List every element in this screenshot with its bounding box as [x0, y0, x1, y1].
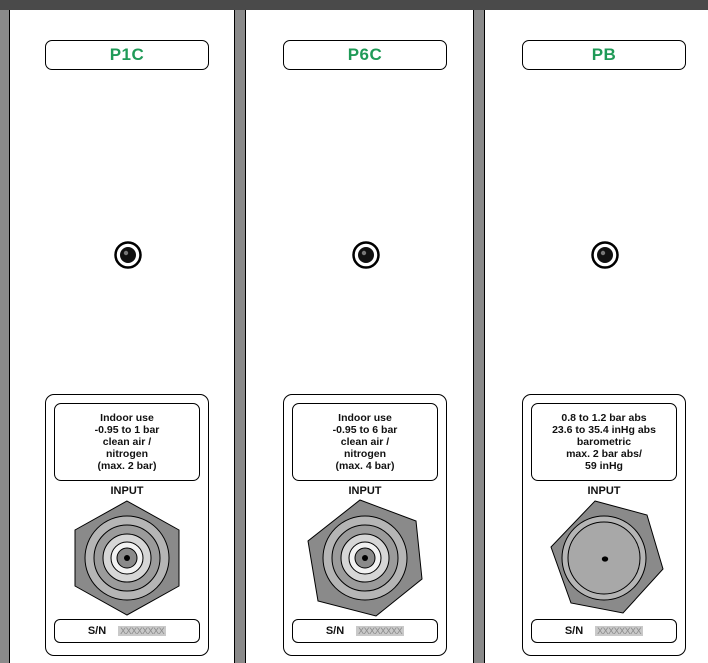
spec-line: max. 2 bar abs/: [566, 448, 642, 460]
spec-label: Indoor use -0.95 to 6 bar clean air / ni…: [292, 403, 438, 481]
spec-line: Indoor use: [100, 412, 154, 424]
sn-value: XXXXXXXX: [118, 626, 167, 636]
rack-rail-2: [474, 10, 484, 663]
serial-number: S/N XXXXXXXX: [531, 619, 677, 643]
pressure-fitting-icon[interactable]: [66, 499, 188, 617]
spec-line: 59 inHg: [585, 460, 623, 472]
spec-line: clean air /: [102, 436, 152, 448]
module-p6c[interactable]: P6C Indoor use -0.95 to 6 bar clean air …: [245, 10, 474, 663]
spec-label: Indoor use -0.95 to 1 bar clean air / ni…: [54, 403, 200, 481]
spec-line: barometric: [576, 436, 632, 448]
spec-label: 0.8 to 1.2 bar abs 23.6 to 35.4 inHg abs…: [531, 403, 677, 481]
spec-line: clean air /: [340, 436, 390, 448]
sn-value: XXXXXXXX: [595, 626, 644, 636]
knob-icon[interactable]: [590, 240, 620, 270]
input-label: INPUT: [110, 485, 144, 497]
module-title: P1C: [45, 40, 209, 70]
spec-line: Indoor use: [338, 412, 392, 424]
pressure-fitting-icon[interactable]: [304, 499, 426, 617]
knob-icon[interactable]: [351, 240, 381, 270]
spec-line: 23.6 to 35.4 inHg abs: [552, 424, 656, 436]
rack-rail-1: [235, 10, 245, 663]
input-panel: Indoor use -0.95 to 6 bar clean air / ni…: [283, 394, 447, 656]
spec-line: -0.95 to 1 bar: [94, 424, 160, 436]
serial-number: S/N XXXXXXXX: [292, 619, 438, 643]
input-label: INPUT: [587, 485, 621, 497]
module-p1c[interactable]: P1C Indoor use -0.95 to 1 bar clean air …: [9, 10, 235, 663]
spec-line: nitrogen: [106, 448, 148, 460]
spec-line: -0.95 to 6 bar: [332, 424, 398, 436]
input-label: INPUT: [348, 485, 382, 497]
serial-number: S/N XXXXXXXX: [54, 619, 200, 643]
instrument-rack: P1C Indoor use -0.95 to 1 bar clean air …: [0, 0, 708, 663]
module-title: P6C: [283, 40, 447, 70]
module-pb[interactable]: PB 0.8 to 1.2 bar abs 23.6 to 35.4 inHg …: [484, 10, 708, 663]
spec-line: 0.8 to 1.2 bar abs: [561, 412, 647, 424]
spec-line: (max. 2 bar): [97, 460, 157, 472]
spec-line: nitrogen: [344, 448, 386, 460]
sn-label: S/N: [325, 625, 345, 637]
rack-top-rail: [0, 0, 708, 10]
sn-label: S/N: [87, 625, 107, 637]
module-title-text: P1C: [109, 45, 145, 64]
knob-icon[interactable]: [113, 240, 143, 270]
barometric-port-icon[interactable]: [543, 499, 665, 617]
rack-rail-left: [0, 10, 9, 663]
module-title: PB: [522, 40, 686, 70]
input-panel: Indoor use -0.95 to 1 bar clean air / ni…: [45, 394, 209, 656]
module-title-text: P6C: [347, 45, 383, 64]
sn-value: XXXXXXXX: [356, 626, 405, 636]
module-title-text: PB: [591, 45, 617, 64]
spec-line: (max. 4 bar): [335, 460, 395, 472]
sn-label: S/N: [564, 625, 584, 637]
input-panel: 0.8 to 1.2 bar abs 23.6 to 35.4 inHg abs…: [522, 394, 686, 656]
